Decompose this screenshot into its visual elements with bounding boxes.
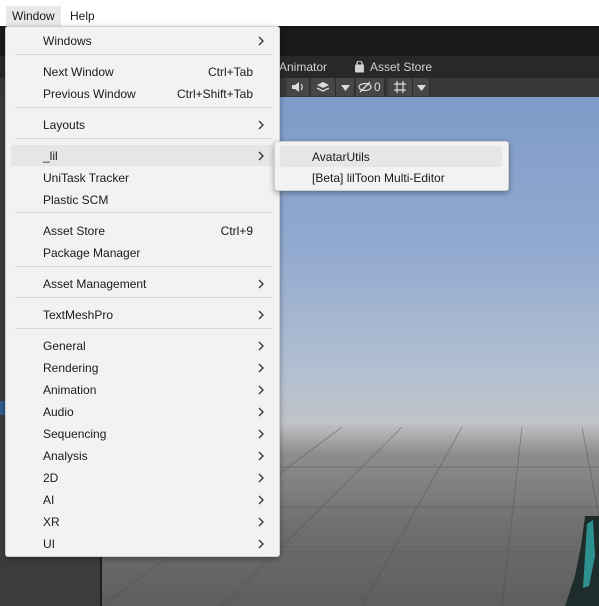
tab-animator[interactable]: Animator [279, 56, 327, 78]
menu-separator [15, 212, 272, 213]
menubar: Window Help [0, 0, 599, 26]
lil-submenu: AvatarUtils [Beta] lilToon Multi-Editor [274, 141, 509, 191]
menu-item-label: AI [43, 493, 55, 507]
menu-item-label: UniTask Tracker [43, 171, 130, 185]
menubar-help[interactable]: Help [64, 6, 101, 26]
effects-dropdown-button[interactable] [336, 78, 355, 96]
eye-off-icon [358, 81, 372, 93]
chevron-right-icon [258, 341, 264, 351]
window-menu: Windows Next Window Ctrl+Tab Previous Windo… [5, 26, 280, 557]
chevron-down-icon [340, 85, 350, 91]
hidden-count: 0 [374, 80, 381, 94]
menu-item[interactable]: XR [11, 511, 273, 532]
menu-item-label: Audio [43, 405, 74, 419]
menu-separator [15, 54, 272, 55]
menu-item-label: XR [43, 515, 60, 529]
menu-item[interactable]: UI [11, 533, 273, 554]
menu-separator [15, 266, 272, 267]
menu-item[interactable]: _lil [11, 145, 273, 166]
chevron-right-icon [258, 310, 264, 320]
chevron-right-icon [258, 517, 264, 527]
menu-item[interactable]: Windows [11, 30, 273, 51]
menu-item[interactable]: AI [11, 489, 273, 510]
menu-separator [15, 107, 272, 108]
menu-item[interactable]: Previous Window Ctrl+Shift+Tab [11, 83, 273, 104]
menu-item-shortcut: Ctrl+Tab [207, 65, 253, 79]
menu-item-label: Animation [43, 383, 97, 397]
menu-item[interactable]: Audio [11, 401, 273, 422]
chevron-right-icon [258, 151, 264, 161]
chevron-right-icon [258, 495, 264, 505]
avatar-model [565, 516, 599, 606]
menu-item-label: Windows [43, 34, 92, 48]
menu-item[interactable]: General [11, 335, 273, 356]
menu-item-label: Layouts [43, 118, 86, 132]
chevron-right-icon [258, 407, 264, 417]
menu-separator [15, 328, 272, 329]
grid-dropdown-button[interactable] [413, 78, 430, 96]
menu-item-label: Asset Management [43, 277, 147, 291]
menubar-window[interactable]: Window [6, 6, 61, 26]
menu-item-label: 2D [43, 471, 59, 485]
menu-item-label: Next Window [43, 65, 114, 79]
menu-item-label: Plastic SCM [43, 193, 109, 207]
layers-icon [316, 82, 330, 92]
menu-item[interactable]: Animation [11, 379, 273, 400]
menu-item[interactable]: Package Manager [11, 242, 273, 263]
menu-item-label: UI [43, 537, 55, 551]
menu-item[interactable]: Asset Management [11, 273, 273, 294]
chevron-right-icon [258, 473, 264, 483]
menu-separator [15, 297, 272, 298]
chevron-right-icon [258, 429, 264, 439]
menu-item[interactable]: Asset Store Ctrl+9 [11, 220, 273, 241]
grid-toggle-button[interactable] [388, 78, 413, 96]
menu-item-label: Asset Store [43, 224, 106, 238]
menu-item-shortcut: Ctrl+9 [220, 224, 253, 238]
audio-toggle-button[interactable] [287, 78, 310, 96]
menu-item[interactable]: TextMeshPro [11, 304, 273, 325]
menu-item[interactable]: Plastic SCM [11, 189, 273, 210]
shopping-bag-icon [354, 60, 365, 73]
tab-asset-store[interactable]: Asset Store [370, 56, 432, 78]
menu-item[interactable]: Analysis [11, 445, 273, 466]
menu-separator [15, 138, 272, 139]
menu-item-label: Previous Window [43, 87, 136, 101]
submenu-item-liltoon-multi-editor[interactable]: [Beta] lilToon Multi-Editor [280, 167, 502, 188]
chevron-right-icon [258, 363, 264, 373]
menu-item-label: Analysis [43, 449, 88, 463]
menu-item-label: Package Manager [43, 246, 141, 260]
chevron-right-icon [258, 539, 264, 549]
submenu-item-label: [Beta] lilToon Multi-Editor [312, 171, 445, 185]
menu-item-label: TextMeshPro [43, 308, 114, 322]
menu-item[interactable]: Next Window Ctrl+Tab [11, 61, 273, 82]
menu-item[interactable]: 2D [11, 467, 273, 488]
submenu-item-label: AvatarUtils [312, 150, 370, 164]
menu-item-label: General [43, 339, 86, 353]
chevron-right-icon [258, 36, 264, 46]
submenu-item-avatarutils[interactable]: AvatarUtils [280, 146, 502, 167]
menu-item-label: Sequencing [43, 427, 107, 441]
menu-item-label: _lil [43, 149, 58, 163]
menu-item[interactable]: Layouts [11, 114, 273, 135]
chevron-right-icon [258, 279, 264, 289]
chevron-right-icon [258, 120, 264, 130]
effects-toggle-button[interactable] [311, 78, 336, 96]
menu-item[interactable]: Rendering [11, 357, 273, 378]
menu-item[interactable]: Sequencing [11, 423, 273, 444]
speaker-icon [292, 82, 303, 92]
chevron-down-icon [416, 85, 426, 91]
chevron-right-icon [258, 385, 264, 395]
menu-item[interactable]: UniTask Tracker [11, 167, 273, 188]
menu-item-label: Rendering [43, 361, 99, 375]
menu-item-shortcut: Ctrl+Shift+Tab [176, 87, 253, 101]
chevron-right-icon [258, 451, 264, 461]
hidden-objects-toggle[interactable]: 0 [356, 78, 385, 96]
grid-icon [394, 81, 406, 93]
